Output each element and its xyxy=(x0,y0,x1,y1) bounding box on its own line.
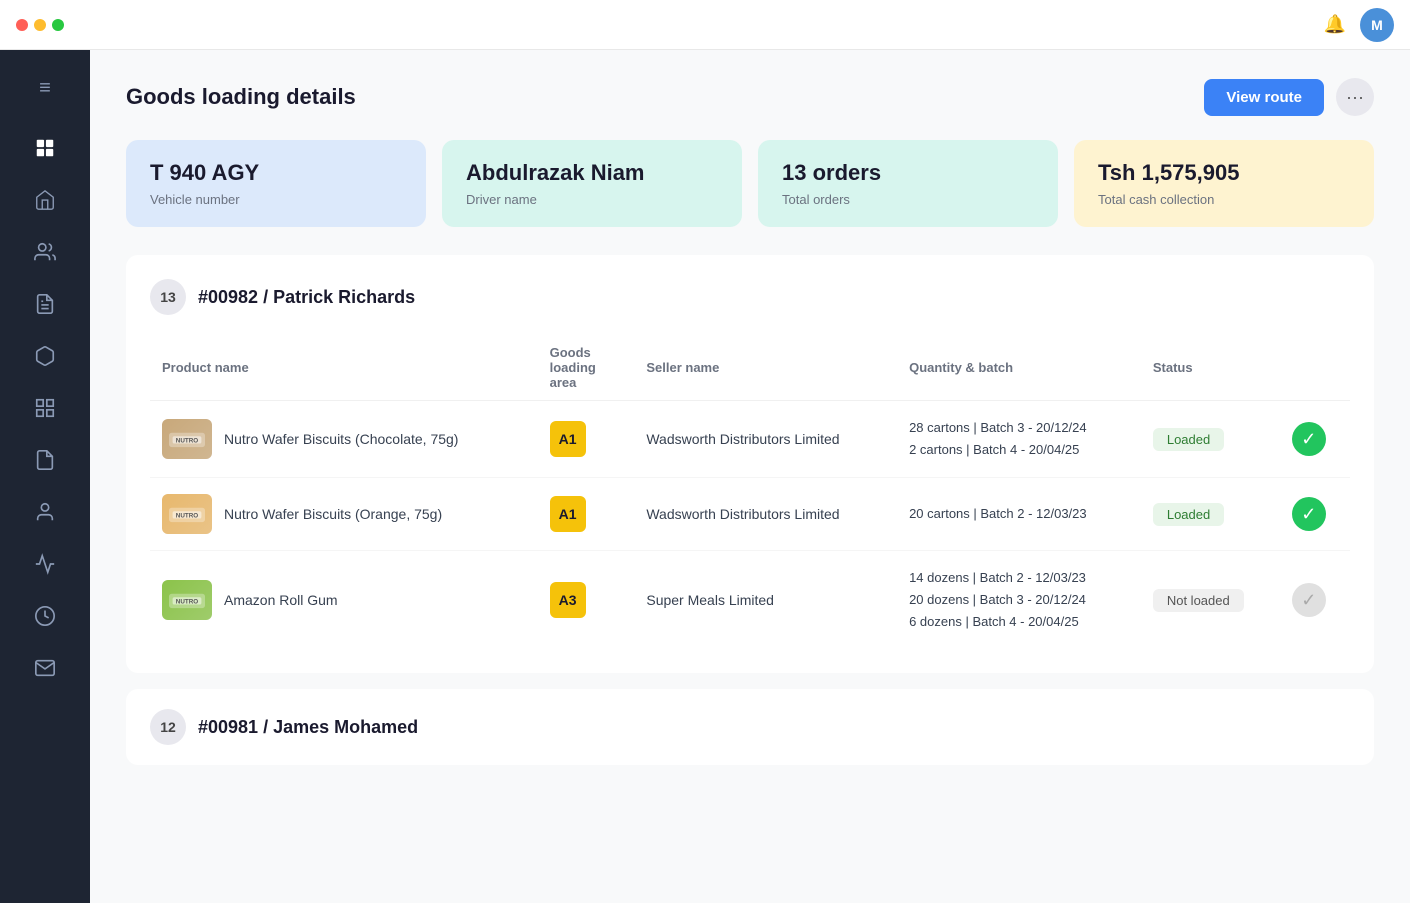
driver-value: Abdulrazak Niam xyxy=(466,160,718,186)
col-action xyxy=(1280,335,1350,401)
stat-card-vehicle: T 940 AGY Vehicle number xyxy=(126,140,426,227)
col-status: Status xyxy=(1141,335,1280,401)
loaded-check-icon-0[interactable]: ✓ xyxy=(1292,422,1326,456)
table-row: NUTRO Nutro Wafer Biscuits (Orange, 75g)… xyxy=(150,478,1350,551)
stats-row: T 940 AGY Vehicle number Abdulrazak Niam… xyxy=(126,140,1374,227)
status-cell-1: Loaded xyxy=(1141,478,1280,551)
products-table: Product name Goodsloading area Seller na… xyxy=(150,335,1350,649)
stat-card-cash: Tsh 1,575,905 Total cash collection xyxy=(1074,140,1374,227)
sidebar-item-inventory[interactable] xyxy=(23,334,67,378)
sidebar-item-users[interactable] xyxy=(23,230,67,274)
stat-card-orders: 13 orders Total orders xyxy=(758,140,1058,227)
hamburger-menu-icon[interactable]: ≡ xyxy=(23,66,67,110)
sidebar: ≡ xyxy=(0,50,90,903)
area-badge-1: A1 xyxy=(550,496,586,532)
svg-text:NUTRO: NUTRO xyxy=(176,438,198,445)
table-row: NUTRO Nutro Wafer Biscuits (Chocolate, 7… xyxy=(150,401,1350,478)
status-cell-2: Not loaded xyxy=(1141,551,1280,650)
order-header: 13 #00982 / Patrick Richards xyxy=(150,279,1350,315)
vehicle-label: Vehicle number xyxy=(150,192,402,207)
area-cell-1: A1 xyxy=(538,478,635,551)
orders-label: Total orders xyxy=(782,192,1034,207)
cash-value: Tsh 1,575,905 xyxy=(1098,160,1350,186)
window-controls xyxy=(16,19,64,31)
view-route-button[interactable]: View route xyxy=(1204,79,1324,116)
order-number-badge: 13 xyxy=(150,279,186,315)
sidebar-item-reports[interactable] xyxy=(23,438,67,482)
order-id-2: #00981 / James Mohamed xyxy=(198,717,418,738)
maximize-dot[interactable] xyxy=(52,19,64,31)
minimize-dot[interactable] xyxy=(34,19,46,31)
order-section-1: 13 #00982 / Patrick Richards Product nam… xyxy=(126,255,1374,673)
seller-cell-2: Super Meals Limited xyxy=(634,551,897,650)
titlebar-right: 🔔 M xyxy=(1324,8,1394,42)
sidebar-item-marketing[interactable] xyxy=(23,542,67,586)
product-image-1: NUTRO xyxy=(162,494,212,534)
sidebar-item-grid[interactable] xyxy=(23,386,67,430)
status-cell-0: Loaded xyxy=(1141,401,1280,478)
status-badge-1: Loaded xyxy=(1153,503,1224,526)
product-cell-0: NUTRO Nutro Wafer Biscuits (Chocolate, 7… xyxy=(150,401,538,478)
check-cell-1[interactable]: ✓ xyxy=(1280,478,1350,551)
more-options-button[interactable]: ··· xyxy=(1336,78,1374,116)
order-section-2: 12 #00981 / James Mohamed xyxy=(126,689,1374,765)
sidebar-item-dashboard[interactable] xyxy=(23,126,67,170)
sidebar-item-email[interactable] xyxy=(23,646,67,690)
product-name-2: Amazon Roll Gum xyxy=(224,592,338,608)
titlebar: 🔔 M xyxy=(0,0,1410,50)
col-seller: Seller name xyxy=(634,335,897,401)
quantity-cell-1: 20 cartons | Batch 2 - 12/03/23 xyxy=(897,478,1141,551)
check-cell-2[interactable]: ✓ xyxy=(1280,551,1350,650)
area-cell-2: A3 xyxy=(538,551,635,650)
batch-info-1: 20 cartons | Batch 2 - 12/03/23 xyxy=(909,503,1129,525)
table-row: NUTRO Amazon Roll Gum A3 Super Meals Lim… xyxy=(150,551,1350,650)
product-name-1: Nutro Wafer Biscuits (Orange, 75g) xyxy=(224,506,442,522)
not-loaded-check-icon-2[interactable]: ✓ xyxy=(1292,583,1326,617)
order-number-badge-2: 12 xyxy=(150,709,186,745)
status-badge-0: Loaded xyxy=(1153,428,1224,451)
sidebar-item-profile[interactable] xyxy=(23,490,67,534)
close-dot[interactable] xyxy=(16,19,28,31)
cash-label: Total cash collection xyxy=(1098,192,1350,207)
seller-cell-0: Wadsworth Distributors Limited xyxy=(634,401,897,478)
col-loading-area: Goodsloading area xyxy=(538,335,635,401)
area-cell-0: A1 xyxy=(538,401,635,478)
status-badge-2: Not loaded xyxy=(1153,589,1244,612)
quantity-cell-0: 28 cartons | Batch 3 - 20/12/242 cartons… xyxy=(897,401,1141,478)
stat-card-driver: Abdulrazak Niam Driver name xyxy=(442,140,742,227)
sidebar-item-warehouse[interactable] xyxy=(23,178,67,222)
batch-info-2: 14 dozens | Batch 2 - 12/03/2320 dozens … xyxy=(909,567,1129,633)
product-cell-2: NUTRO Amazon Roll Gum xyxy=(150,551,538,650)
sidebar-item-finance[interactable] xyxy=(23,594,67,638)
product-image-0: NUTRO xyxy=(162,419,212,459)
main-content: Goods loading details View route ··· T 9… xyxy=(90,50,1410,903)
page-header: Goods loading details View route ··· xyxy=(126,78,1374,116)
area-badge-2: A3 xyxy=(550,582,586,618)
product-name-0: Nutro Wafer Biscuits (Chocolate, 75g) xyxy=(224,431,458,447)
quantity-cell-2: 14 dozens | Batch 2 - 12/03/2320 dozens … xyxy=(897,551,1141,650)
vehicle-value: T 940 AGY xyxy=(150,160,402,186)
driver-label: Driver name xyxy=(466,192,718,207)
page-title: Goods loading details xyxy=(126,84,356,110)
notification-bell-icon[interactable]: 🔔 xyxy=(1324,14,1346,35)
order-id: #00982 / Patrick Richards xyxy=(198,287,415,308)
svg-text:NUTRO: NUTRO xyxy=(176,599,198,606)
svg-text:NUTRO: NUTRO xyxy=(176,513,198,520)
check-cell-0[interactable]: ✓ xyxy=(1280,401,1350,478)
avatar[interactable]: M xyxy=(1360,8,1394,42)
sidebar-item-orders[interactable] xyxy=(23,282,67,326)
area-badge-0: A1 xyxy=(550,421,586,457)
loaded-check-icon-1[interactable]: ✓ xyxy=(1292,497,1326,531)
product-image-2: NUTRO xyxy=(162,580,212,620)
header-actions: View route ··· xyxy=(1204,78,1374,116)
orders-value: 13 orders xyxy=(782,160,1034,186)
col-product-name: Product name xyxy=(150,335,538,401)
col-quantity: Quantity & batch xyxy=(897,335,1141,401)
seller-cell-1: Wadsworth Distributors Limited xyxy=(634,478,897,551)
batch-info-0: 28 cartons | Batch 3 - 20/12/242 cartons… xyxy=(909,417,1129,461)
product-cell-1: NUTRO Nutro Wafer Biscuits (Orange, 75g) xyxy=(150,478,538,551)
